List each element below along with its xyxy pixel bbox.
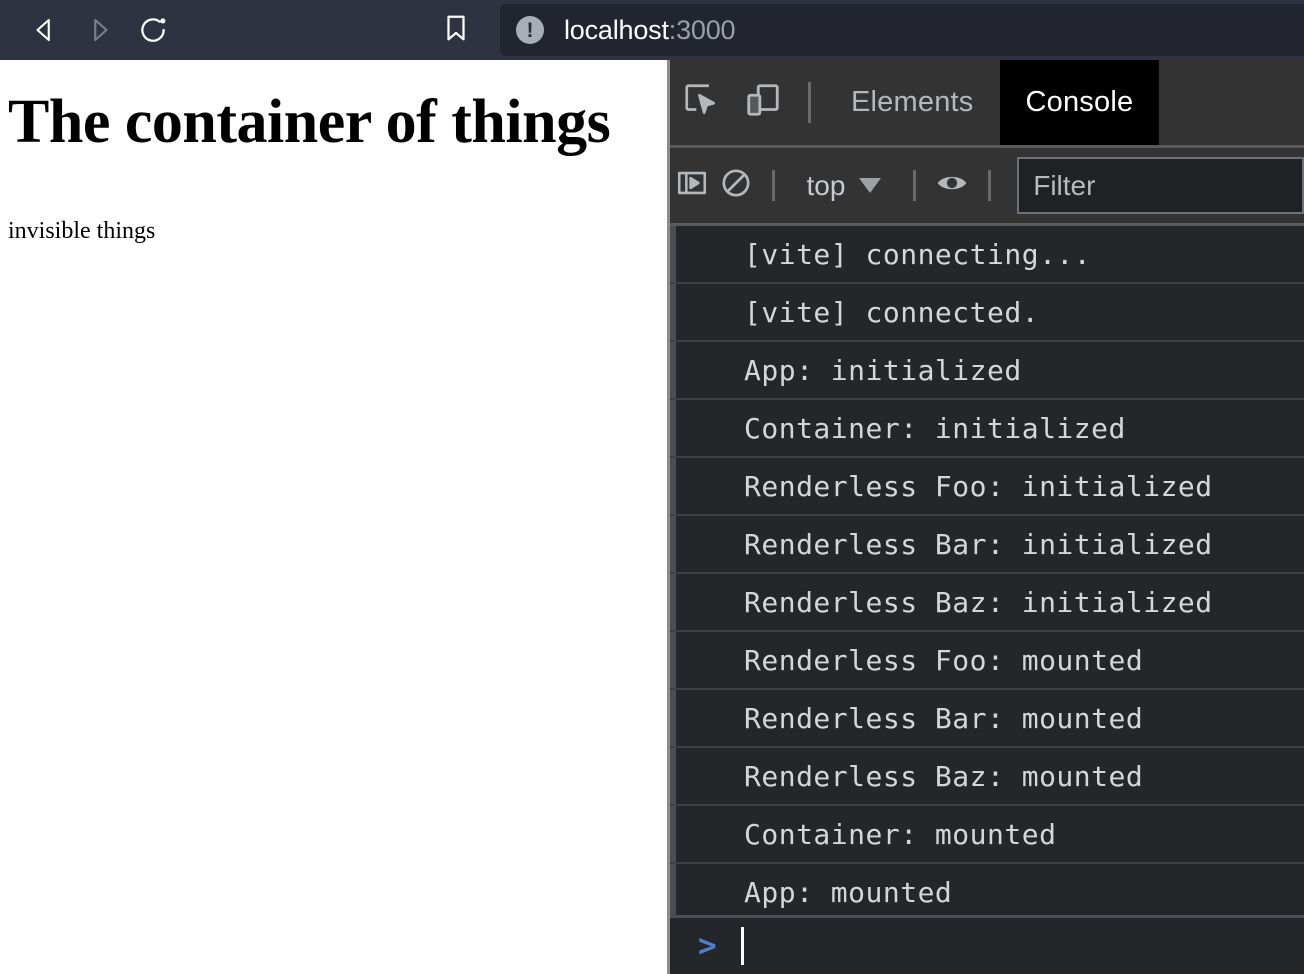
- console-message-text: Renderless Bar: mounted: [744, 702, 1143, 735]
- console-message-row[interactable]: Renderless Foo: initialized: [670, 458, 1304, 516]
- console-message-text: Renderless Baz: initialized: [744, 586, 1213, 619]
- content-split: The container of things invisible things: [0, 60, 1304, 974]
- console-message-text: App: initialized: [744, 354, 1022, 387]
- console-prompt[interactable]: >: [670, 915, 1304, 974]
- sidebar-toggle-icon: [675, 166, 709, 205]
- filterbar-divider-3: [988, 170, 991, 201]
- chevron-down-icon: [859, 178, 881, 193]
- tab-console[interactable]: Console: [1000, 60, 1160, 145]
- console-message-text: [vite] connecting...: [744, 238, 1091, 271]
- page-title: The container of things: [8, 88, 643, 156]
- execution-context-select[interactable]: top: [789, 148, 900, 223]
- console-filter-toolbar: top: [670, 148, 1304, 226]
- filterbar-divider-2: [913, 170, 916, 201]
- console-message-row[interactable]: App: mounted: [670, 864, 1304, 915]
- bookmark-button[interactable]: [434, 8, 478, 52]
- console-message-text: Container: mounted: [744, 818, 1056, 851]
- url-host: localhost: [564, 15, 669, 45]
- inspect-cursor-icon: [682, 81, 720, 124]
- filter-input[interactable]: [1017, 157, 1304, 214]
- console-sidebar-toggle-button[interactable]: [670, 148, 714, 223]
- console-message-row[interactable]: [vite] connecting...: [670, 226, 1304, 284]
- device-toolbar-button[interactable]: [732, 60, 794, 145]
- execution-context-label: top: [807, 170, 846, 202]
- console-message-list[interactable]: [vite] connecting... [vite] connected. A…: [670, 226, 1304, 915]
- console-message-text: Renderless Foo: mounted: [744, 644, 1143, 677]
- console-message-text: [vite] connected.: [744, 296, 1039, 329]
- back-button[interactable]: [18, 3, 72, 57]
- page-viewport: The container of things invisible things: [0, 60, 667, 974]
- no-entry-icon: [719, 166, 753, 205]
- back-arrow-icon: [30, 15, 60, 45]
- url-text: localhost:3000: [564, 15, 735, 46]
- console-message-row[interactable]: Container: mounted: [670, 806, 1304, 864]
- console-message-row[interactable]: Renderless Bar: initialized: [670, 516, 1304, 574]
- console-message-row[interactable]: Renderless Bar: mounted: [670, 690, 1304, 748]
- console-message-row[interactable]: App: initialized: [670, 342, 1304, 400]
- text-cursor: [741, 927, 744, 965]
- console-message-text: Container: initialized: [744, 412, 1126, 445]
- console-message-text: Renderless Bar: initialized: [744, 528, 1213, 561]
- console-message-row[interactable]: Renderless Baz: initialized: [670, 574, 1304, 632]
- site-info-icon[interactable]: !: [516, 16, 544, 44]
- browser-toolbar: ! localhost:3000: [0, 0, 1304, 60]
- inspect-element-button[interactable]: [670, 60, 732, 145]
- clear-console-button[interactable]: [714, 148, 758, 223]
- reload-button[interactable]: [126, 3, 180, 57]
- devtools-tab-toolbar: Elements Console: [670, 60, 1304, 148]
- tab-elements[interactable]: Elements: [825, 60, 1000, 145]
- prompt-chevron-icon: >: [698, 931, 717, 962]
- live-expression-button[interactable]: [930, 148, 974, 223]
- console-message-text: App: mounted: [744, 876, 952, 909]
- console-message-text: Renderless Foo: initialized: [744, 470, 1213, 503]
- console-message-row[interactable]: Container: initialized: [670, 400, 1304, 458]
- devtools-panel: Elements Console: [667, 60, 1304, 974]
- address-bar[interactable]: ! localhost:3000: [500, 4, 1304, 56]
- filterbar-divider-1: [772, 170, 775, 201]
- forward-button[interactable]: [72, 3, 126, 57]
- forward-arrow-icon: [84, 15, 114, 45]
- console-message-row[interactable]: Renderless Baz: mounted: [670, 748, 1304, 806]
- console-message-text: Renderless Baz: mounted: [744, 760, 1143, 793]
- reload-icon: [137, 14, 169, 46]
- toolbar-divider: [808, 82, 811, 123]
- console-message-row[interactable]: [vite] connected.: [670, 284, 1304, 342]
- browser-window: ! localhost:3000 The container of things…: [0, 0, 1304, 974]
- url-port: :3000: [669, 15, 736, 45]
- device-toolbar-icon: [744, 81, 782, 124]
- bookmark-icon: [443, 13, 469, 48]
- page-paragraph: invisible things: [8, 218, 643, 245]
- console-message-row[interactable]: Renderless Foo: mounted: [670, 632, 1304, 690]
- eye-icon: [934, 165, 970, 206]
